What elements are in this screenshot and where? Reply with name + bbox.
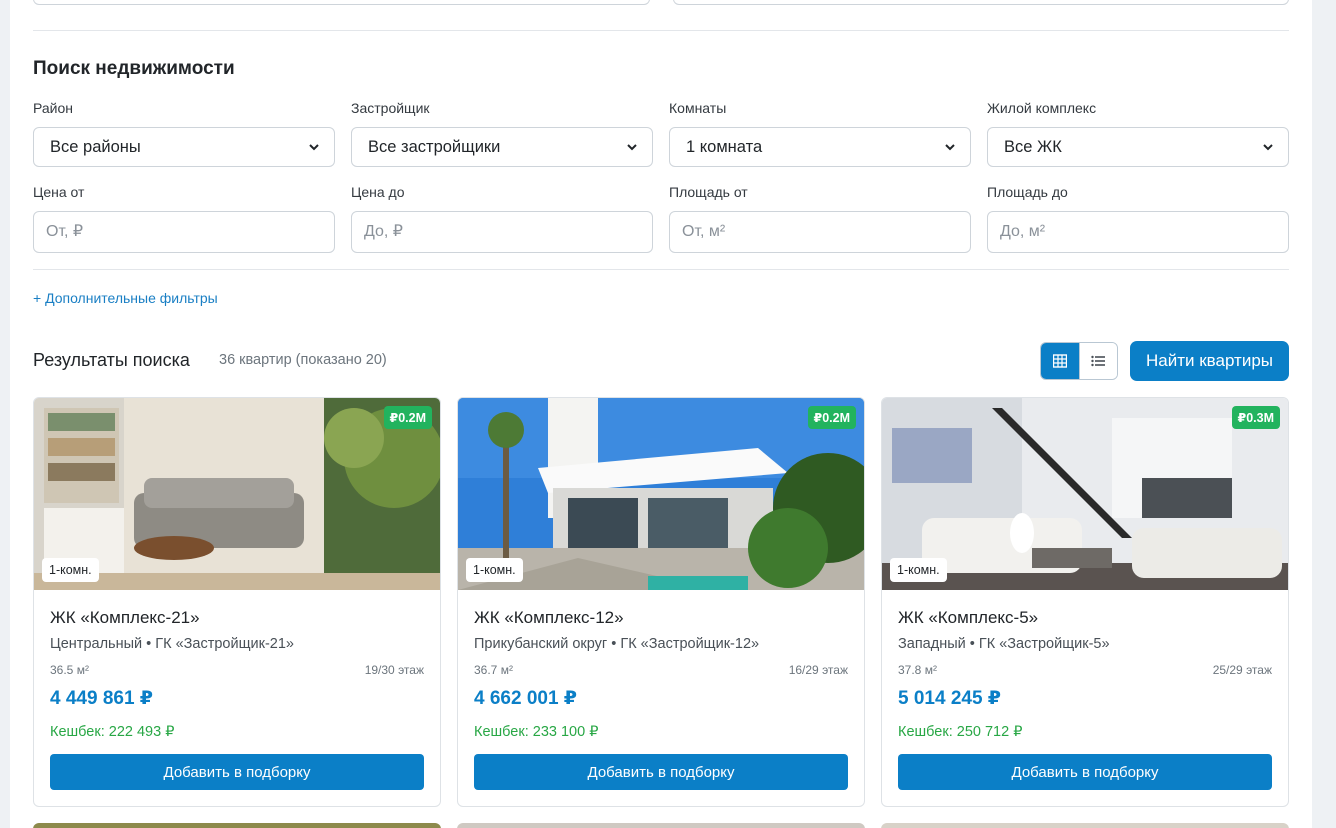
price-badge: ₽0.3M: [1231, 406, 1280, 429]
list-view-button[interactable]: [1078, 343, 1117, 379]
district-label: Район: [33, 100, 73, 116]
list-icon: [1091, 355, 1106, 367]
divider: [33, 269, 1289, 270]
results-title: Результаты поиска: [33, 350, 190, 370]
search-title: Поиск недвижимости: [33, 58, 235, 79]
complex-select[interactable]: Все ЖК: [987, 127, 1289, 167]
main-panel: Поиск недвижимости Район Застройщик Комн…: [10, 0, 1312, 828]
area-to-label: Площадь до: [987, 184, 1068, 200]
developer-select[interactable]: Все застройщики: [351, 127, 653, 167]
listing-cashback: Кешбек: 233 100 ₽: [474, 724, 599, 740]
listing-photo[interactable]: ₽0.2M 1-комн.: [458, 398, 864, 590]
chevron-down-icon: [309, 144, 319, 151]
chevron-down-icon: [627, 144, 637, 151]
area-from-label: Площадь от: [669, 184, 748, 200]
results-count: 36 квартир (показано 20): [219, 352, 387, 368]
add-to-selection-button[interactable]: Добавить в подборку: [474, 754, 848, 790]
listing-photo[interactable]: ₽0.3M 1-комн.: [882, 398, 1288, 590]
price-to-input[interactable]: [351, 211, 653, 253]
rooms-badge: 1-комн.: [890, 558, 947, 582]
more-filters-link[interactable]: + Дополнительные фильтры: [33, 290, 218, 306]
listing-card: ₽0.2M 1-комн. ЖК «Комплекс-21» Центральн…: [33, 397, 441, 807]
listing-photo[interactable]: ₽0.2M 1-комн.: [34, 398, 440, 590]
find-apartments-button[interactable]: Найти квартиры: [1130, 341, 1289, 381]
rooms-badge: 1-комн.: [42, 558, 99, 582]
previous-field[interactable]: [673, 0, 1289, 5]
price-to-label: Цена до: [351, 184, 405, 200]
add-to-selection-button[interactable]: Добавить в подборку: [898, 754, 1272, 790]
listing-floor: 16/29 этаж: [788, 663, 848, 677]
listing-price: 4 449 861 ₽: [50, 688, 154, 709]
view-toggle: [1040, 342, 1118, 380]
listing-area: 36.7 м²: [474, 663, 513, 677]
listing-subtitle: Прикубанский округ • ГК «Застройщик-12»: [474, 636, 760, 652]
rooms-badge: 1-комн.: [466, 558, 523, 582]
listing-area: 36.5 м²: [50, 663, 89, 677]
grid-icon: [1052, 354, 1067, 368]
divider: [33, 30, 1289, 31]
listing-cashback: Кешбек: 222 493 ₽: [50, 724, 175, 740]
listing-title[interactable]: ЖК «Комплекс-21»: [50, 608, 200, 628]
chevron-down-icon: [1263, 144, 1273, 151]
listing-title[interactable]: ЖК «Комплекс-12»: [474, 608, 624, 628]
price-badge: ₽0.2M: [807, 406, 856, 429]
listing-cashback: Кешбек: 250 712 ₽: [898, 724, 1023, 740]
district-select[interactable]: Все районы: [33, 127, 335, 167]
listing-card-peek: [33, 823, 441, 828]
listing-price: 4 662 001 ₽: [474, 688, 578, 709]
complex-value: Все ЖК: [1004, 137, 1062, 156]
price-badge: ₽0.2M: [383, 406, 432, 429]
district-value: Все районы: [50, 137, 141, 156]
grid-view-button[interactable]: [1041, 343, 1079, 379]
rooms-label: Комнаты: [669, 100, 727, 116]
previous-field[interactable]: [33, 0, 650, 5]
add-to-selection-button[interactable]: Добавить в подборку: [50, 754, 424, 790]
listing-card-peek: [881, 823, 1289, 828]
complex-label: Жилой комплекс: [987, 100, 1097, 116]
listing-title[interactable]: ЖК «Комплекс-5»: [898, 608, 1038, 628]
listing-area: 37.8 м²: [898, 663, 937, 677]
listing-card: ₽0.3M 1-комн. ЖК «Комплекс-5» Западный •…: [881, 397, 1289, 807]
listing-subtitle: Центральный • ГК «Застройщик-21»: [50, 636, 294, 652]
developer-label: Застройщик: [351, 100, 430, 116]
listing-price: 5 014 245 ₽: [898, 688, 1002, 709]
listing-card: ₽0.2M 1-комн. ЖК «Комплекс-12» Прикубанс…: [457, 397, 865, 807]
area-from-input[interactable]: [669, 211, 971, 253]
price-from-input[interactable]: [33, 211, 335, 253]
developer-value: Все застройщики: [368, 137, 501, 156]
chevron-down-icon: [945, 144, 955, 151]
listing-floor: 25/29 этаж: [1212, 663, 1272, 677]
rooms-select[interactable]: 1 комната: [669, 127, 971, 167]
listing-subtitle: Западный • ГК «Застройщик-5»: [898, 636, 1110, 652]
listing-card-peek: [457, 823, 865, 828]
area-to-input[interactable]: [987, 211, 1289, 253]
price-from-label: Цена от: [33, 184, 85, 200]
listing-floor: 19/30 этаж: [364, 663, 424, 677]
rooms-value: 1 комната: [686, 137, 763, 156]
